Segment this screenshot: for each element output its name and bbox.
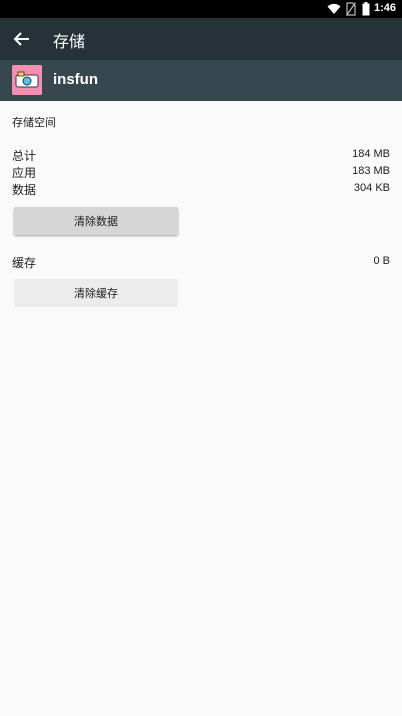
app-header: insfun [0, 60, 402, 101]
app-name: insfun [53, 71, 98, 88]
cache-label: 缓存 [12, 256, 37, 270]
cache-row: 缓存 0 B [12, 254, 390, 271]
page-title: 存储 [53, 32, 86, 51]
storage-total-row: 总计 184 MB [12, 147, 390, 164]
data-size-label: 数据 [12, 183, 37, 197]
storage-app-row: 应用 183 MB [12, 164, 390, 181]
app-size-value: 183 MB [352, 165, 390, 177]
storage-data-row: 数据 304 KB [12, 181, 390, 198]
cache-value: 0 B [373, 255, 390, 267]
back-arrow-icon[interactable] [12, 29, 32, 49]
total-value: 184 MB [352, 148, 390, 160]
no-sim-icon [346, 2, 356, 16]
app-bar: 存储 [0, 18, 402, 60]
wifi-icon [327, 3, 341, 14]
app-size-label: 应用 [12, 166, 37, 180]
status-time: 1:46 [373, 2, 396, 14]
status-bar: 1:46 [0, 0, 402, 18]
data-size-value: 304 KB [353, 182, 390, 194]
storage-section-label: 存储空间 [12, 116, 56, 129]
battery-icon [362, 2, 370, 16]
clear-cache-button[interactable]: 清除缓存 [14, 279, 178, 307]
total-label: 总计 [12, 149, 37, 163]
clear-data-button[interactable]: 清除数据 [14, 207, 178, 235]
app-icon [12, 65, 42, 95]
